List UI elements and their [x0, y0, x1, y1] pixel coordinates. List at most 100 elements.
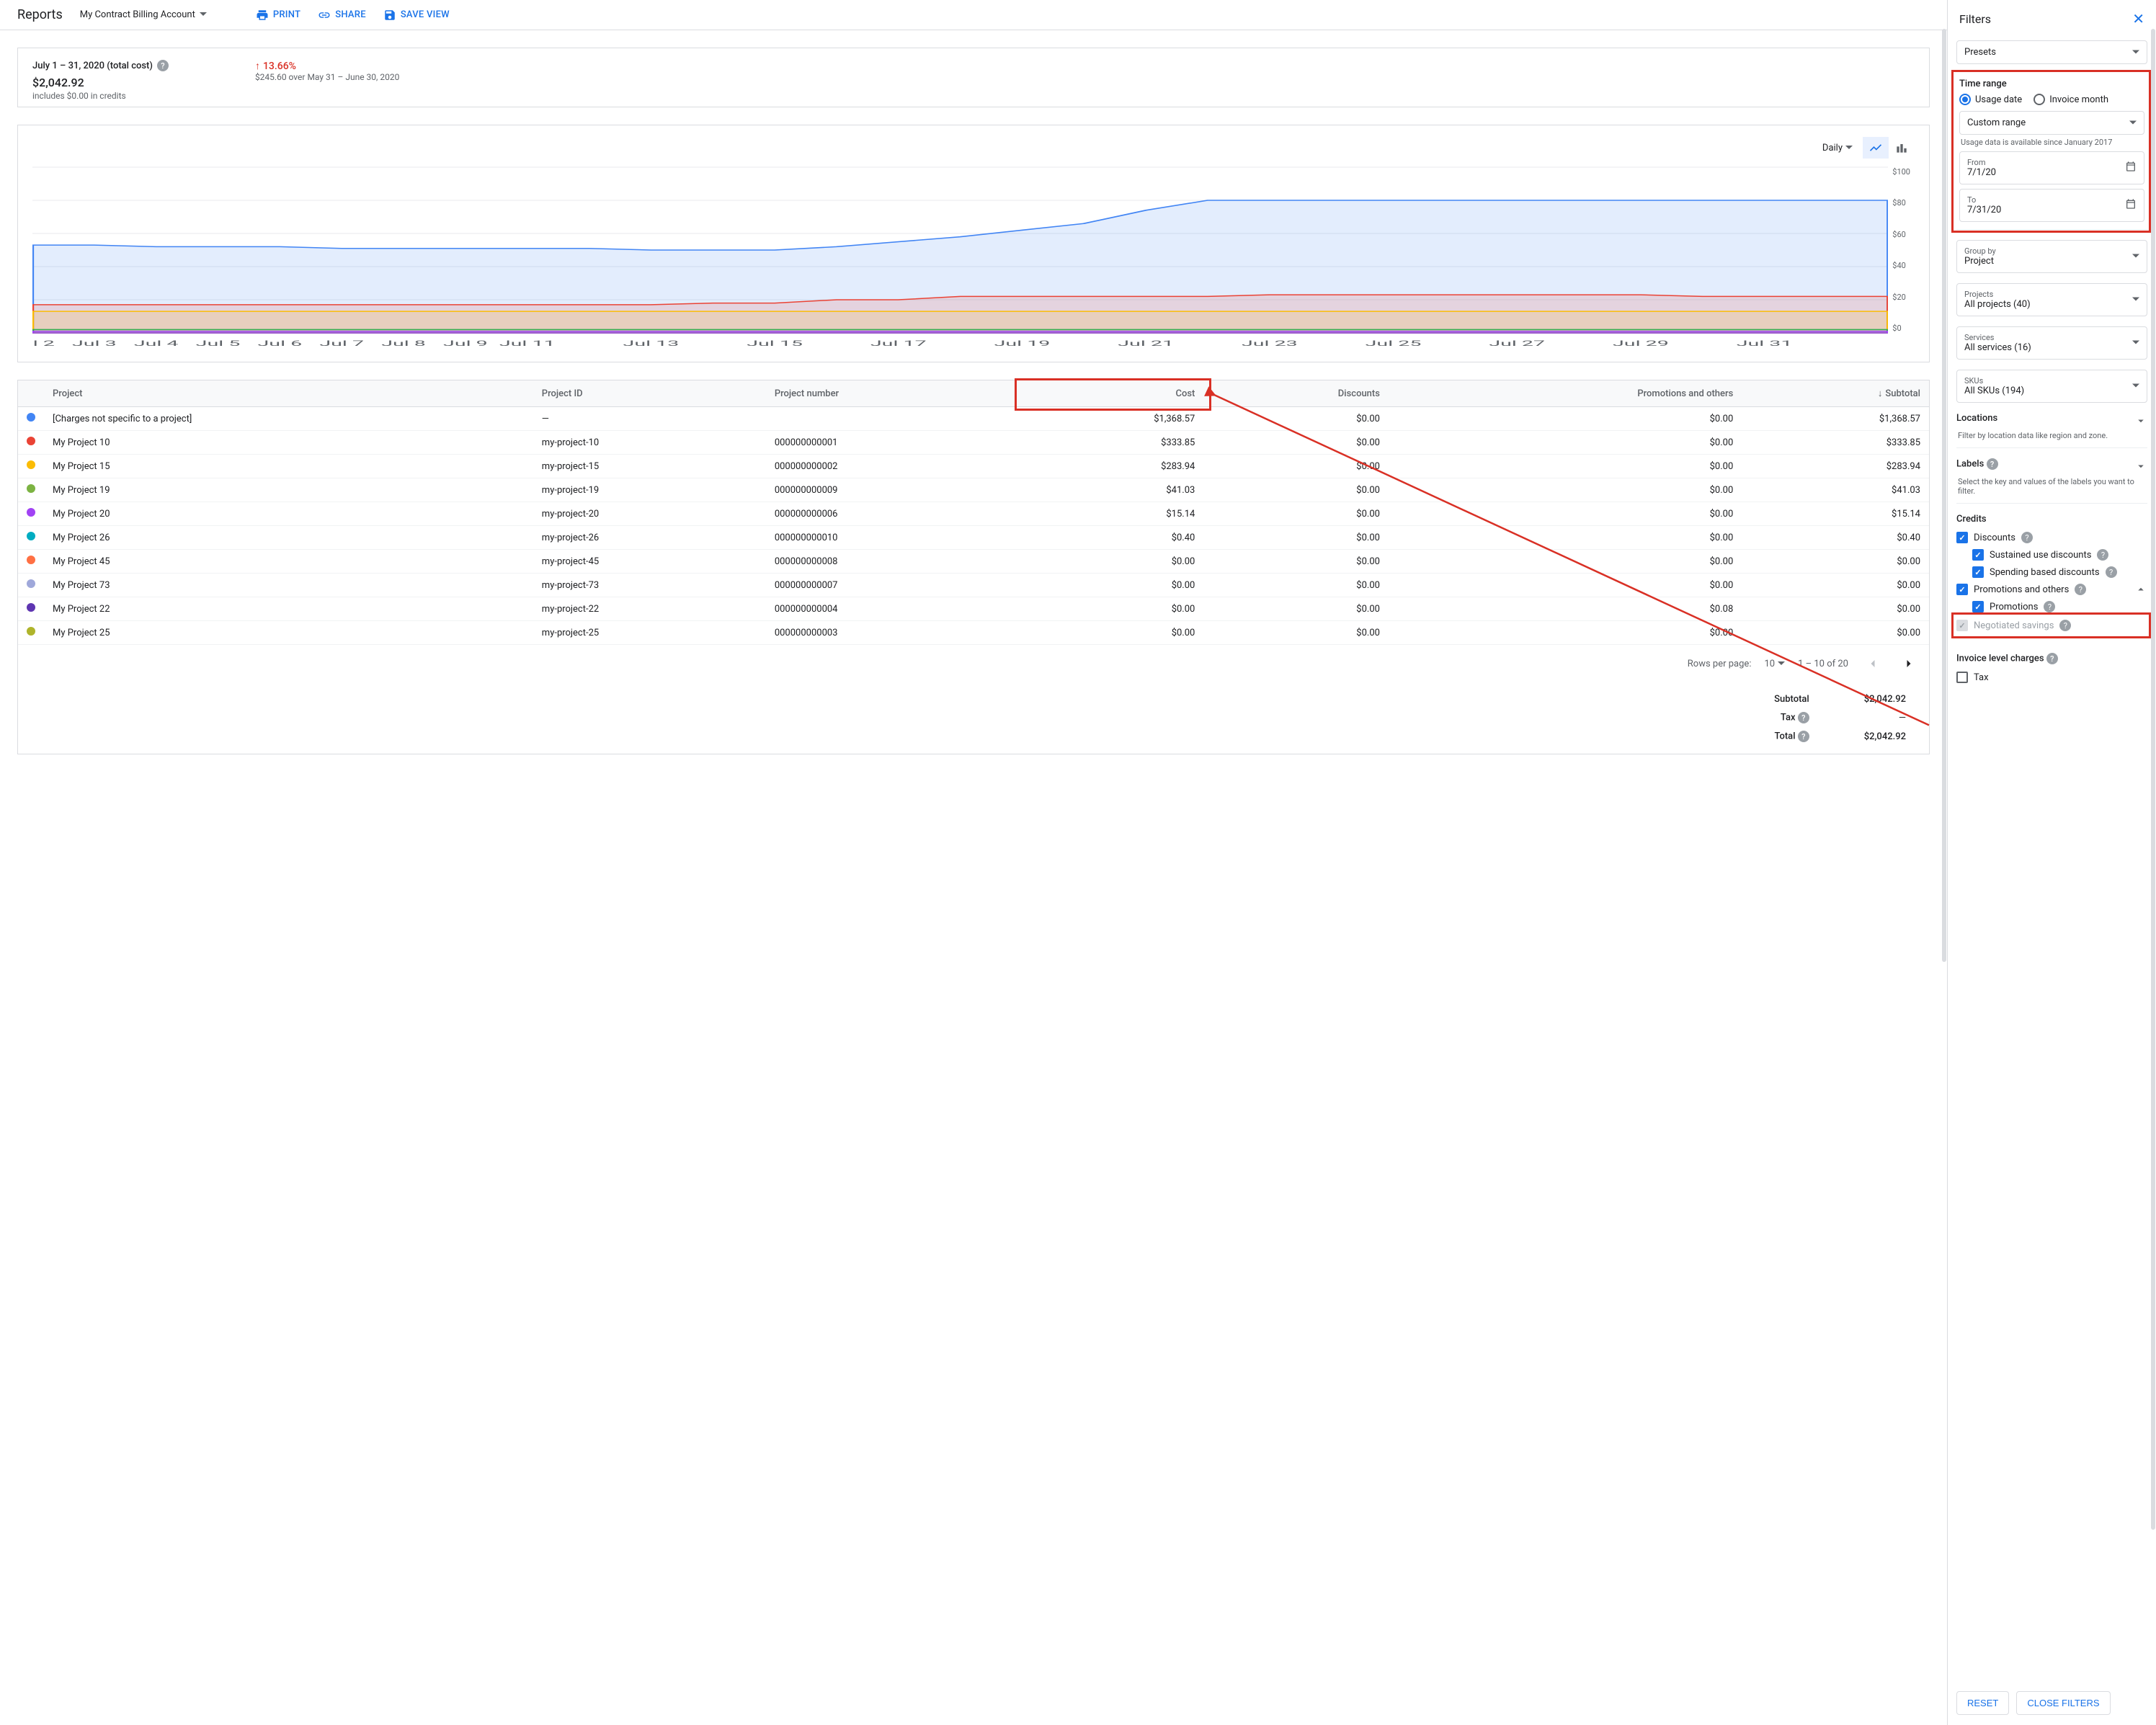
summary-card: July 1 – 31, 2020 (total cost) ? $2,042.…: [17, 48, 1930, 107]
close-icon[interactable]: ✕: [2132, 10, 2144, 27]
close-filters-button[interactable]: CLOSE FILTERS: [2016, 1691, 2110, 1715]
svg-text:Jul 31: Jul 31: [1737, 339, 1793, 348]
help-icon[interactable]: ?: [1987, 458, 1998, 470]
locations-toggle[interactable]: Locations: [1956, 413, 2147, 428]
range-type-selector[interactable]: Custom range: [1959, 111, 2144, 135]
table-row[interactable]: My Project 10 my-project-10 000000000001…: [18, 431, 1929, 455]
svg-text:Jul 4: Jul 4: [134, 339, 179, 348]
help-icon[interactable]: ?: [2059, 620, 2071, 631]
invoice-charges-label: Invoice level charges: [1956, 654, 2044, 664]
save-view-button[interactable]: SAVE VIEW: [383, 9, 450, 22]
help-icon[interactable]: ?: [2097, 549, 2108, 561]
series-color-dot: [27, 556, 35, 564]
table-card: Project Project ID Project number Cost D…: [17, 380, 1930, 754]
table-row[interactable]: My Project 73 my-project-73 000000000007…: [18, 574, 1929, 597]
bar-chart-toggle[interactable]: [1889, 137, 1915, 159]
tax-value: —: [1851, 709, 1919, 726]
rows-per-page-label: Rows per page:: [1688, 659, 1752, 669]
th-promo[interactable]: Promotions and others: [1389, 380, 1742, 407]
granularity-label: Daily: [1822, 143, 1843, 153]
svg-text:Jul 7: Jul 7: [319, 339, 364, 348]
main-scrollbar[interactable]: [1941, 29, 1947, 1725]
caret-down-icon: [200, 9, 207, 20]
table-row[interactable]: My Project 15 my-project-15 000000000002…: [18, 455, 1929, 478]
th-cost[interactable]: Cost: [1021, 380, 1203, 407]
projects-selector[interactable]: Projects All projects (40): [1956, 283, 2147, 316]
promo-checkbox[interactable]: [1956, 584, 1968, 595]
pager-prev-button[interactable]: [1861, 652, 1884, 675]
share-button[interactable]: SHARE: [318, 9, 366, 22]
svg-text:Jul 11: Jul 11: [499, 339, 556, 348]
from-date-input[interactable]: From 7/1/20: [1959, 151, 2144, 184]
table-row[interactable]: My Project 19 my-project-19 000000000009…: [18, 478, 1929, 502]
help-icon[interactable]: ?: [2075, 584, 2086, 595]
print-button[interactable]: PRINT: [256, 9, 300, 22]
print-icon: [256, 9, 269, 22]
table-row[interactable]: My Project 26 my-project-26 000000000010…: [18, 526, 1929, 550]
delta-note: $245.60 over May 31 – June 30, 2020: [255, 72, 399, 82]
negotiated-checkbox: [1956, 620, 1968, 631]
chevron-up-icon[interactable]: [2134, 583, 2147, 596]
tax-label: Tax: [1781, 713, 1796, 723]
account-selector[interactable]: My Contract Billing Account: [80, 9, 207, 20]
th-discounts[interactable]: Discounts: [1203, 380, 1389, 407]
series-color-dot: [27, 532, 35, 540]
series-color-dot: [27, 484, 35, 493]
series-color-dot: [27, 413, 35, 422]
skus-selector[interactable]: SKUs All SKUs (194): [1956, 370, 2147, 403]
chevron-up-icon[interactable]: [2134, 531, 2147, 544]
labels-note: Select the key and values of the labels …: [1956, 474, 2147, 496]
table-row[interactable]: My Project 22 my-project-22 000000000004…: [18, 597, 1929, 621]
services-selector[interactable]: Services All services (16): [1956, 326, 2147, 360]
svg-text:Jul 25: Jul 25: [1366, 339, 1422, 348]
filters-scrollbar[interactable]: [2150, 29, 2156, 1696]
sustained-checkbox[interactable]: [1972, 549, 1984, 561]
group-by-selector[interactable]: Group by Project: [1956, 240, 2147, 273]
usage-date-radio[interactable]: Usage date: [1959, 94, 2022, 105]
rows-per-page-selector[interactable]: 10: [1764, 659, 1785, 669]
table-row[interactable]: My Project 45 my-project-45 000000000008…: [18, 550, 1929, 574]
link-icon: [318, 9, 331, 22]
line-chart-toggle[interactable]: [1863, 137, 1889, 159]
series-color-dot: [27, 627, 35, 636]
summary-amount: $2,042.92: [32, 76, 169, 89]
reset-button[interactable]: RESET: [1956, 1691, 2009, 1715]
svg-text:Jul 8: Jul 8: [381, 339, 426, 348]
th-subtotal[interactable]: ↓Subtotal: [1742, 380, 1929, 407]
subtotal-label: Subtotal: [1761, 691, 1822, 708]
table-row[interactable]: [Charges not specific to a project] — $1…: [18, 407, 1929, 431]
chart-card: Daily Jul 2Jul 3Jul 4Jul 5Jul 6Jul 7Jul …: [17, 125, 1930, 362]
labels-toggle[interactable]: Labels ?: [1956, 458, 2147, 474]
pager-next-button[interactable]: [1897, 652, 1920, 675]
caret-down-icon: [2132, 251, 2139, 262]
radio-unselected-icon: [2034, 94, 2045, 105]
help-icon[interactable]: ?: [2106, 566, 2117, 578]
calendar-icon: [2125, 161, 2137, 175]
help-icon[interactable]: ?: [1798, 712, 1809, 723]
help-icon[interactable]: ?: [1798, 731, 1809, 742]
series-color-dot: [27, 508, 35, 517]
sort-desc-icon: ↓: [1878, 388, 1883, 399]
invoice-month-radio[interactable]: Invoice month: [2034, 94, 2108, 105]
help-icon[interactable]: ?: [2021, 532, 2033, 543]
caret-down-icon: [2132, 295, 2139, 306]
delta-pct: 13.66%: [263, 61, 296, 72]
help-icon[interactable]: ?: [2044, 601, 2055, 612]
tax-checkbox[interactable]: [1956, 672, 1968, 683]
granularity-selector[interactable]: Daily: [1822, 143, 1853, 153]
discounts-checkbox[interactable]: [1956, 532, 1968, 543]
caret-down-icon: [2132, 47, 2139, 58]
th-project-number[interactable]: Project number: [766, 380, 1021, 407]
table-row[interactable]: My Project 20 my-project-20 000000000006…: [18, 502, 1929, 526]
help-icon[interactable]: ?: [157, 60, 169, 71]
chevron-down-icon: [2134, 460, 2147, 473]
promotions-checkbox[interactable]: [1972, 601, 1984, 612]
th-project-id[interactable]: Project ID: [533, 380, 766, 407]
table-row[interactable]: My Project 25 my-project-25 000000000003…: [18, 621, 1929, 645]
svg-text:Jul 17: Jul 17: [870, 339, 927, 348]
help-icon[interactable]: ?: [2046, 653, 2058, 664]
spending-checkbox[interactable]: [1972, 566, 1984, 578]
to-date-input[interactable]: To 7/31/20: [1959, 189, 2144, 222]
th-project[interactable]: Project: [44, 380, 533, 407]
presets-selector[interactable]: Presets: [1956, 40, 2147, 64]
